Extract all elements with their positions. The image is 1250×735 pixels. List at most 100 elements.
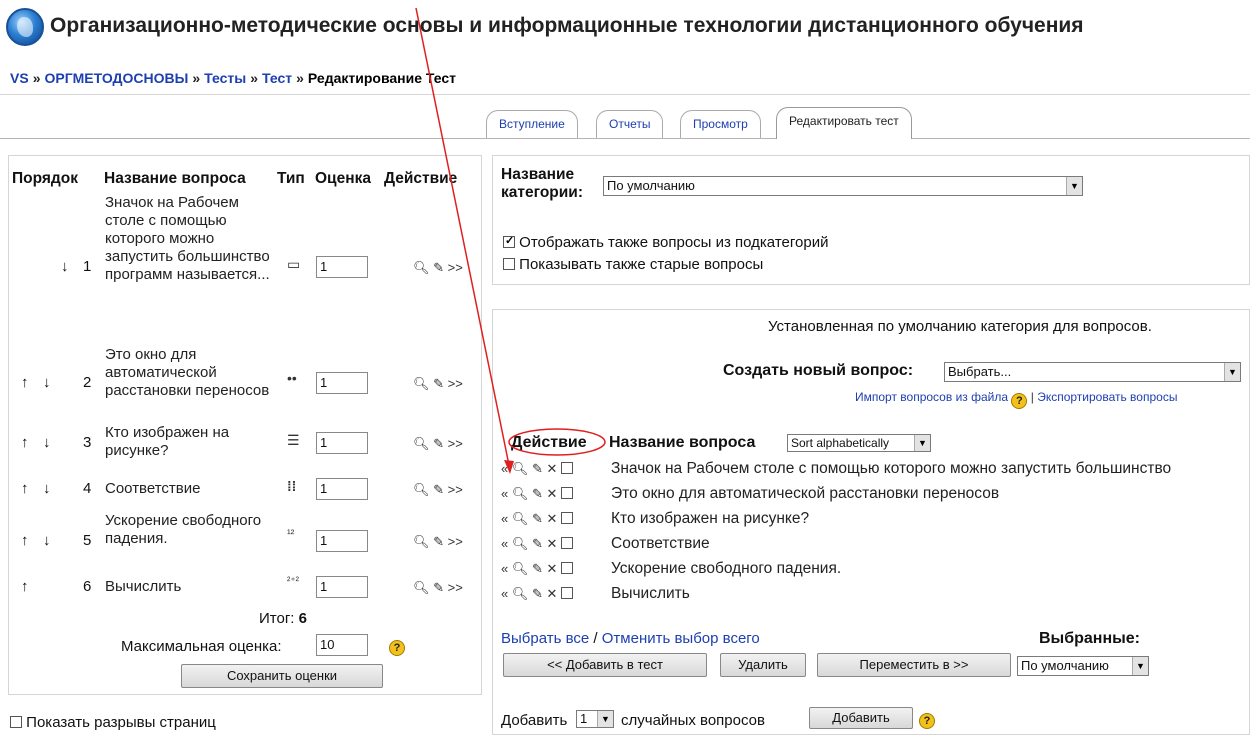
breadcrumb-link-quizzes[interactable]: Тесты xyxy=(204,70,246,86)
import-export-links: Импорт вопросов из файла ? | Экспортиров… xyxy=(855,390,1177,409)
bank-row-actions[interactable]: « 🔍︎ ✎ ✕ xyxy=(501,561,573,577)
show-old-questions-row[interactable]: Показывать также старые вопросы xyxy=(503,256,763,273)
question-actions[interactable]: 🔍︎ ✎ >> xyxy=(413,376,463,392)
header-grade: Оценка xyxy=(315,170,371,187)
grade-input[interactable]: 1 xyxy=(316,478,368,500)
question-actions[interactable]: 🔍︎ ✎ >> xyxy=(413,482,463,498)
bank-row-actions[interactable]: « 🔍︎ ✎ ✕ xyxy=(501,586,573,602)
help-icon[interactable]: ? xyxy=(1011,393,1028,409)
bank-question-name: Ускорение свободного падения. xyxy=(611,560,842,577)
export-questions-link[interactable]: Экспортировать вопросы xyxy=(1037,390,1177,404)
add-random-label: Добавить xyxy=(501,712,568,729)
total-label: Итог: xyxy=(259,610,295,627)
show-old-questions-checkbox[interactable] xyxy=(503,258,515,270)
save-grades-button[interactable]: Сохранить оценки xyxy=(181,664,383,688)
move-down-icon[interactable]: ↓ xyxy=(61,258,69,275)
bank-row-actions[interactable]: « 🔍︎ ✎ ✕ xyxy=(501,536,573,552)
row-select-checkbox[interactable] xyxy=(560,537,573,549)
row-select-checkbox[interactable] xyxy=(560,562,573,574)
category-label: Название категории: xyxy=(501,166,583,201)
question-bank-panel: Установленная по умолчанию категория для… xyxy=(492,309,1250,735)
row-select-checkbox[interactable] xyxy=(560,587,573,599)
random-count-value: 1 xyxy=(580,711,588,726)
show-subcategories-checkbox[interactable] xyxy=(503,234,515,248)
tab-reports[interactable]: Отчеты xyxy=(596,110,664,138)
breadcrumb-separator: » xyxy=(32,70,41,86)
question-name: Кто изображен на рисунке? xyxy=(105,424,230,459)
move-down-icon[interactable]: ↓ xyxy=(43,532,51,549)
breadcrumb-link-vs[interactable]: VS xyxy=(10,70,29,86)
calculated-icon: ²⁺² xyxy=(287,576,299,587)
chevron-down-icon: ▼ xyxy=(1224,363,1240,381)
move-to-button[interactable]: Переместить в >> xyxy=(817,653,1011,677)
delete-button[interactable]: Удалить xyxy=(720,653,806,677)
header-question-name: Название вопроса xyxy=(104,170,246,187)
chevron-down-icon: ▼ xyxy=(1066,177,1082,195)
short-answer-icon: ▭ xyxy=(287,256,301,272)
question-actions[interactable]: 🔍︎ ✎ >> xyxy=(413,534,463,550)
grade-input[interactable]: 1 xyxy=(316,372,368,394)
default-category-info: Установленная по умолчанию категория для… xyxy=(768,318,1152,335)
deselect-all-link[interactable]: Отменить выбор всего xyxy=(602,630,760,647)
bank-question-row: « 🔍︎ ✎ ✕ Ускорение свободного падения. xyxy=(501,560,1250,580)
move-up-icon[interactable]: ↑ xyxy=(21,578,29,595)
row-select-checkbox[interactable] xyxy=(560,487,573,499)
help-icon[interactable]: ? xyxy=(919,713,935,729)
question-actions[interactable]: 🔍︎ ✎ >> xyxy=(413,580,463,596)
selected-label: Выбранные: xyxy=(1039,630,1140,647)
move-down-icon[interactable]: ↓ xyxy=(43,434,51,451)
show-page-breaks-checkbox[interactable] xyxy=(10,716,22,728)
random-count-select[interactable]: 1 ▼ xyxy=(576,710,614,728)
select-all-link[interactable]: Выбрать все xyxy=(501,630,589,647)
sort-select[interactable]: Sort alphabetically ▼ xyxy=(787,434,931,452)
question-name: Вычислить xyxy=(105,578,182,595)
category-select[interactable]: По умолчанию ▼ xyxy=(603,176,1083,196)
add-random-button[interactable]: Добавить xyxy=(809,707,913,729)
move-up-icon[interactable]: ↑ xyxy=(21,434,29,451)
quiz-questions-panel: Порядок Название вопроса Тип Оценка Дейс… xyxy=(8,155,482,695)
show-page-breaks-row[interactable]: Показать разрывы страниц xyxy=(10,714,216,731)
bank-row-actions[interactable]: « 🔍︎ ✎ ✕ xyxy=(501,511,573,527)
bank-question-name: Кто изображен на рисунке? xyxy=(611,510,810,527)
move-down-icon[interactable]: ↓ xyxy=(43,480,51,497)
move-up-icon[interactable]: ↑ xyxy=(21,374,29,391)
chevron-down-icon: ▼ xyxy=(597,711,613,727)
grade-input[interactable]: 1 xyxy=(316,256,368,278)
move-up-icon[interactable]: ↑ xyxy=(21,532,29,549)
help-icon[interactable]: ? xyxy=(389,640,405,656)
breadcrumb-separator: » xyxy=(192,70,201,86)
bank-row-actions[interactable]: « 🔍︎ ✎ ✕ xyxy=(501,486,573,502)
max-grade-input[interactable]: 10 xyxy=(316,634,368,656)
breadcrumb-divider xyxy=(0,94,1250,95)
bank-row-actions[interactable]: « 🔍︎ ✎ ✕ xyxy=(501,461,573,477)
grade-input[interactable]: 1 xyxy=(316,576,368,598)
course-title: Организационно-методические основы и инф… xyxy=(50,14,1084,37)
question-number: 4 xyxy=(83,480,92,497)
total-row: Итог: 6 xyxy=(259,610,307,627)
move-up-icon[interactable]: ↑ xyxy=(21,480,29,497)
grade-input[interactable]: 1 xyxy=(316,530,368,552)
question-actions[interactable]: 🔍︎ ✎ >> xyxy=(413,436,463,452)
row-select-checkbox[interactable] xyxy=(560,512,573,524)
grade-input[interactable]: 1 xyxy=(316,432,368,454)
move-target-select[interactable]: По умолчанию ▼ xyxy=(1017,656,1149,676)
move-down-icon[interactable]: ↓ xyxy=(43,374,51,391)
add-to-quiz-button[interactable]: << Добавить в тест xyxy=(503,653,707,677)
breadcrumb-link-quiz[interactable]: Тест xyxy=(262,70,292,86)
create-question-select-value: Выбрать... xyxy=(948,364,1012,379)
show-subcategories-row[interactable]: Отображать также вопросы из подкатегорий xyxy=(503,234,828,251)
tab-preview[interactable]: Просмотр xyxy=(680,110,761,138)
breadcrumb: VS» ОРГМЕТОДОСНОВЫ» Тесты» Тест» Редактирова… xyxy=(10,70,456,86)
bank-question-name: Это окно для автоматической расстановки … xyxy=(611,485,1000,502)
tab-edit-quiz[interactable]: Редактировать тест xyxy=(776,107,912,139)
breadcrumb-link-course[interactable]: ОРГМЕТОДОСНОВЫ xyxy=(44,70,188,86)
tab-intro[interactable]: Вступление xyxy=(486,110,578,138)
link-separator: / xyxy=(593,630,602,647)
question-actions[interactable]: 🔍︎ ✎ >> xyxy=(413,260,463,276)
tab-bar: Вступление Отчеты Просмотр Редактировать… xyxy=(486,107,1250,140)
create-question-label: Создать новый вопрос: xyxy=(723,362,914,379)
import-questions-link[interactable]: Импорт вопросов из файла xyxy=(855,390,1008,404)
bank-question-name: Значок на Рабочем столе с помощью которо… xyxy=(611,460,1172,477)
row-select-checkbox[interactable] xyxy=(560,462,573,474)
create-question-select[interactable]: Выбрать... ▼ xyxy=(944,362,1241,382)
